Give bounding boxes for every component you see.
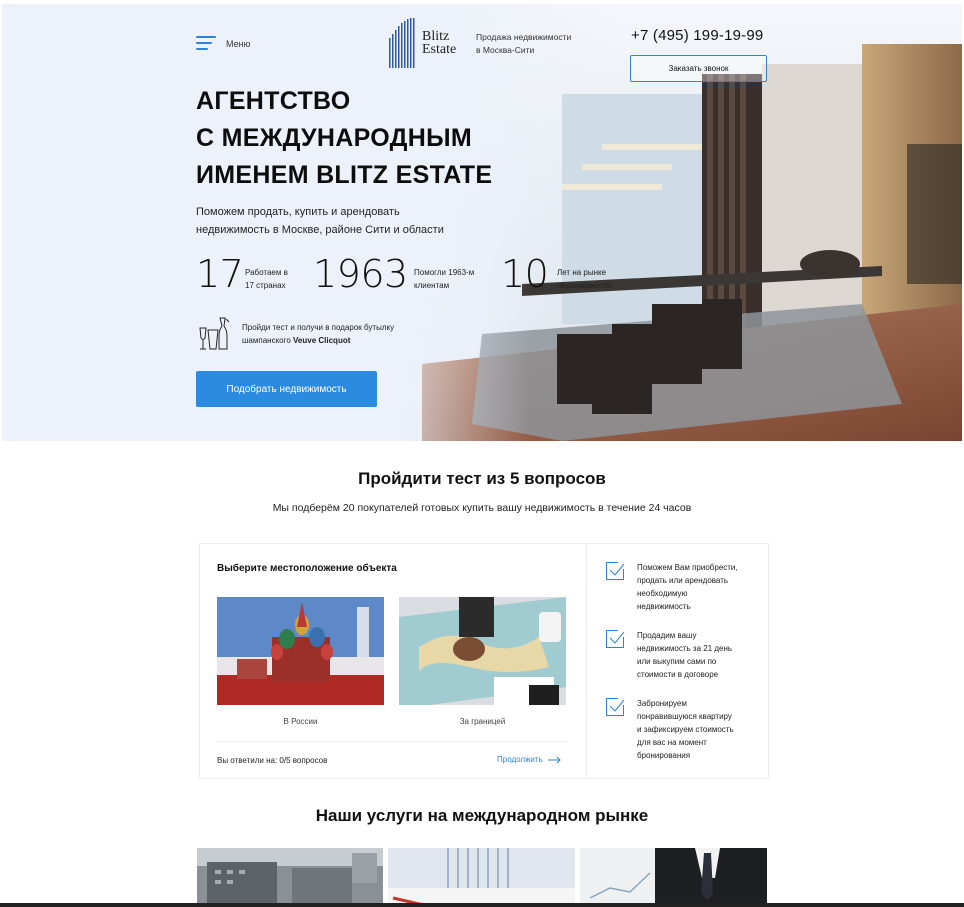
benefit-3-line-3: и зафиксируем стоимость: [637, 725, 734, 734]
hero-headline: АГЕНТСТВО С МЕЖДУНАРОДНЫМ ИМЕНЕМ BLITZ E…: [196, 83, 492, 194]
arrow-right-icon: [547, 756, 561, 763]
headline-line-3: ИМЕНЕМ BLITZ ESTATE: [196, 161, 493, 189]
benefit-2-line-3: или выкупим сами по: [637, 657, 717, 666]
benefit-item: Продадим вашу недвижимость за 21 день ил…: [605, 629, 747, 681]
service-card-documents[interactable]: [388, 848, 575, 907]
checkbox-check-icon: [606, 562, 625, 580]
hero-subheading: Поможем продать, купить и арендовать нед…: [196, 203, 496, 239]
option-abroad-label: За границей: [459, 717, 506, 726]
benefit-text: Продадим вашу недвижимость за 21 день ил…: [637, 629, 747, 681]
quiz-divider: [217, 741, 567, 742]
gift-text-line-2: шампанского Veuve Clicquot: [242, 334, 422, 347]
gift-text-line-1: Пройди тест и получи в подарок бутылку: [242, 323, 395, 332]
hero-section: Меню Blitz Estate Продажа недвижимости в…: [2, 4, 962, 441]
stat-countries-number: 17: [196, 252, 244, 296]
gift-brand: Veuve Clicquot: [293, 336, 351, 345]
stat-years-label: Лет на рынке недвижимости: [557, 266, 637, 292]
stat-years-number: 10: [501, 252, 549, 296]
benefit-text: Поможем Вам приобрести, продать или арен…: [637, 561, 747, 613]
headline-line-1: АГЕНТСТВО: [196, 87, 351, 115]
option-abroad[interactable]: За границей: [399, 597, 566, 726]
buildings-image: [197, 848, 383, 907]
benefit-3-line-1: Забронируем: [637, 699, 687, 708]
phone-number[interactable]: +7 (495) 199-19-99: [631, 27, 763, 44]
callback-button[interactable]: Заказать звонок: [630, 55, 767, 82]
benefit-1-line-1: Поможем Вам приобрести,: [637, 563, 738, 572]
stat-clients-label-line-1: Помогли 1963-м: [414, 268, 475, 277]
logo-text: Blitz Estate: [422, 30, 457, 57]
gift-text: Пройди тест и получи в подарок бутылку ш…: [242, 321, 422, 347]
hamburger-icon: [196, 36, 216, 52]
menu-button[interactable]: Меню: [196, 36, 250, 52]
stat-years-label-line-1: Лет на рынке: [557, 268, 607, 277]
continue-button[interactable]: Продолжить: [497, 755, 562, 764]
benefit-3-line-4: для вас на момент: [637, 738, 707, 747]
benefit-2-line-2: недвижимость за 21 день: [637, 644, 733, 653]
benefit-2-line-1: Продадим вашу: [637, 631, 697, 640]
checkbox-check-icon: [606, 630, 625, 648]
logo[interactable]: Blitz Estate: [388, 18, 456, 68]
services-title: Наши услуги на международном рынке: [315, 806, 649, 825]
benefit-1-line-4: недвижимость: [637, 602, 691, 611]
gift-offer: Пройди тест и получи в подарок бутылку ш…: [196, 316, 422, 352]
quiz-card: Выберите местоположение объекта В России…: [199, 543, 769, 779]
benefit-1-line-3: необходимую: [637, 589, 688, 598]
russia-image: [217, 597, 384, 705]
continue-label: Продолжить: [497, 755, 543, 764]
menu-label: Меню: [226, 39, 251, 49]
champagne-icon: [199, 317, 230, 350]
benefit-3-line-5: бронирования: [637, 751, 691, 760]
stat-clients-number: 1963: [313, 252, 408, 296]
quiz-question: Выберите местоположение объекта: [217, 563, 397, 574]
tagline-line-2: в Москва-Сити: [476, 45, 535, 55]
service-card-buildings[interactable]: [197, 848, 383, 907]
benefit-3-line-2: понравившуюся квартиру: [637, 712, 732, 721]
documents-image: [388, 848, 575, 907]
tagline: Продажа недвижимости в Москва-Сити: [476, 31, 586, 57]
business-image: [580, 848, 767, 907]
subhead-line-2: недвижимость в Москве, районе Сити и обл…: [196, 224, 444, 236]
logo-line-2: Estate: [422, 42, 457, 57]
page-bottom-edge: [0, 903, 964, 907]
quiz-progress: Вы ответили на: 0/5 вопросов: [217, 756, 328, 765]
benefit-1-line-2: продать или арендовать: [637, 576, 729, 585]
subhead-line-1: Поможем продать, купить и арендовать: [196, 206, 400, 218]
checkbox-check-icon: [606, 698, 625, 716]
option-russia[interactable]: В России: [217, 597, 384, 726]
stat-clients-label: Помогли 1963-м клиентам: [414, 266, 494, 292]
headline-line-2: С МЕЖДУНАРОДНЫМ: [196, 124, 472, 152]
abroad-image: [399, 597, 566, 705]
option-russia-label: В России: [283, 717, 318, 726]
tagline-line-1: Продажа недвижимости: [476, 32, 572, 42]
find-property-button[interactable]: Подобрать недвижимость: [196, 371, 377, 407]
quiz-question-panel: Выберите местоположение объекта В России…: [200, 544, 587, 778]
benefit-text: Забронируем понравившуюся квартиру и заф…: [637, 697, 747, 762]
quiz-title: Пройдити тест из 5 вопросов: [358, 469, 606, 488]
stat-years-label-line-2: недвижимости: [557, 281, 611, 290]
service-card-business[interactable]: [580, 848, 767, 907]
quiz-subtitle: Мы подберём 20 покупателей готовых купит…: [272, 502, 692, 514]
gift-text-prefix: шампанского: [242, 336, 294, 345]
benefit-item: Поможем Вам приобрести, продать или арен…: [605, 561, 747, 613]
benefit-item: Забронируем понравившуюся квартиру и заф…: [605, 697, 747, 762]
stat-clients-label-line-2: клиентам: [414, 281, 450, 290]
benefit-2-line-4: стоимости в договоре: [637, 670, 719, 679]
logo-bars-icon: [389, 18, 415, 68]
